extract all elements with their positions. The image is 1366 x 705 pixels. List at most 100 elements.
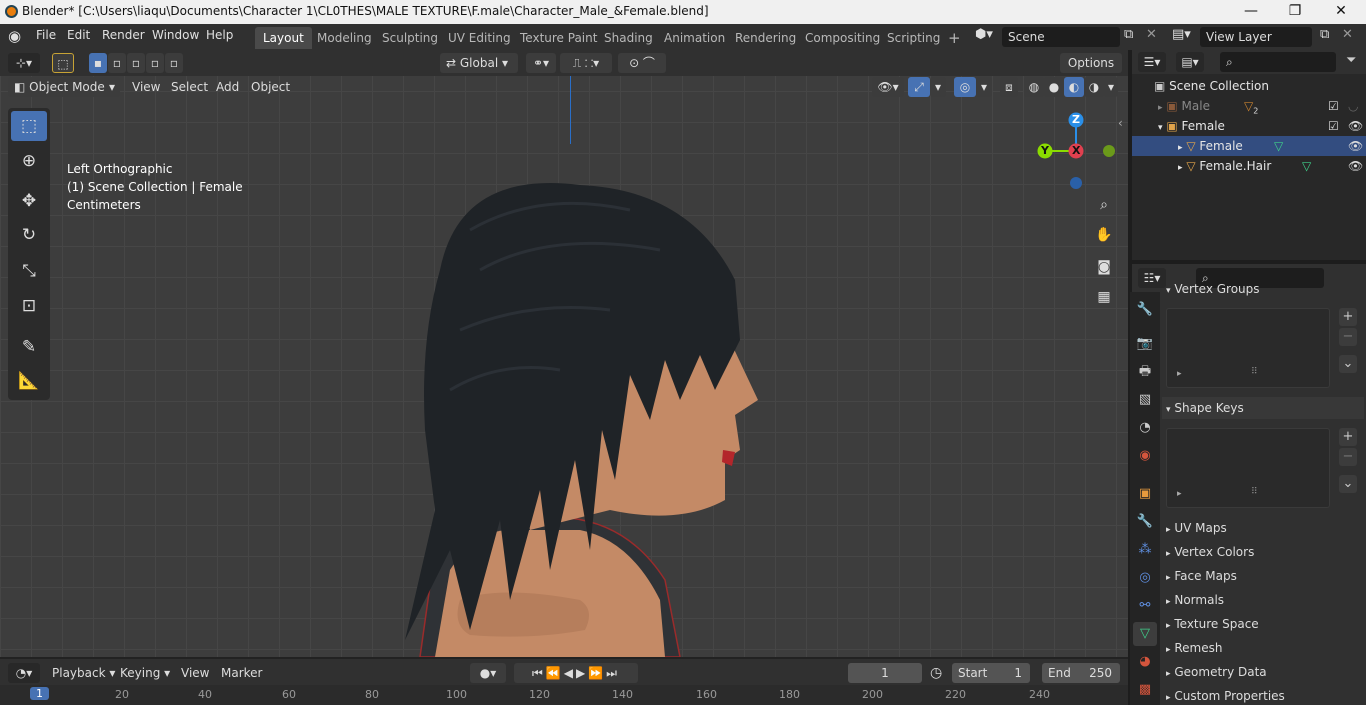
tab-uv-editing[interactable]: UV Editing [440,27,519,49]
measure-tool[interactable]: 📐 [11,366,47,396]
remove-shape-key-button[interactable]: − [1339,448,1357,466]
frame-ruler[interactable]: 1 20 40 60 80 100 120 140 160 180 200 22… [0,685,1128,705]
tab-compositing[interactable]: Compositing [797,27,888,49]
character-model[interactable] [380,130,780,657]
delete-view-layer-icon[interactable]: ✕ [1342,27,1353,42]
zoom-icon[interactable]: ⌕ [1091,192,1117,218]
sidebar-toggle-icon[interactable]: ‹ [1118,116,1123,130]
resize-grip-icon[interactable]: ⠿ [1251,487,1258,497]
timeline-menu-keying[interactable]: Keying ▾ [120,663,170,683]
tab-rendering[interactable]: Rendering [727,27,804,49]
outliner-row-scene-collection[interactable]: ▣ Scene Collection [1132,76,1366,96]
copy-view-layer-icon[interactable]: ⧉ [1320,27,1329,42]
ruler-playhead[interactable]: 1 [30,687,49,700]
checkbox-icon[interactable]: ☑ [1328,116,1339,136]
editor-type-icon[interactable]: ⊹▾ [8,53,40,73]
select-mode-intersect-icon[interactable]: ▫ [165,53,183,73]
view-layer-field[interactable]: View Layer [1200,27,1312,47]
proportional-edit-icon[interactable]: ⊙ ⌒ [618,53,666,73]
outliner-search-input[interactable]: ⌕ [1220,52,1336,72]
delete-scene-icon[interactable]: ✕ [1146,27,1157,42]
mesh-data-tab-icon[interactable]: ▽ [1133,622,1157,646]
checkbox-icon[interactable]: ☑ [1328,96,1339,116]
world-tab-icon[interactable]: ◉ [1133,444,1157,468]
end-frame-field[interactable]: End 250 [1042,663,1120,683]
eye-icon[interactable]: 👁 [1348,156,1363,176]
scene-tab-icon[interactable]: ◔ [1133,416,1157,440]
tab-sculpting[interactable]: Sculpting [374,27,446,49]
overlay-toggle-icon[interactable]: ◎ [954,77,976,97]
start-frame-field[interactable]: Start 1 [952,663,1030,683]
copy-scene-icon[interactable]: ⧉ [1124,27,1133,42]
menu-render[interactable]: Render [102,28,145,42]
eye-icon[interactable]: 👁 [1348,136,1363,156]
outliner-row-male[interactable]: ▸ ▣ Male ▽2 ☑ ◡ [1132,96,1366,116]
object-tab-icon[interactable]: ▣ [1133,482,1157,506]
select-mode-extend-icon[interactable]: ▫ [108,53,126,73]
select-box-tool[interactable]: ⬚ [11,111,47,141]
material-tab-icon[interactable]: ◕ [1133,650,1157,674]
section-texture-space[interactable]: ▸ Texture Space [1162,613,1364,635]
stopwatch-icon[interactable]: ◷ [930,663,942,683]
timeline-menu-marker[interactable]: Marker [221,663,262,683]
add-shape-key-button[interactable]: + [1339,428,1357,446]
vertex-group-specials-button[interactable]: ⌄ [1339,355,1357,373]
section-uv-maps[interactable]: ▸ UV Maps [1162,517,1364,539]
section-custom-properties[interactable]: ▸ Custom Properties [1162,685,1364,705]
menu-edit[interactable]: Edit [67,28,90,42]
menu-file[interactable]: File [36,28,56,42]
pivot-point-icon[interactable]: ⚭▾ [526,53,556,73]
resize-grip-icon[interactable]: ⠿ [1251,367,1258,377]
outliner-row-female-collection[interactable]: ▾ ▣ Female ☑ 👁 [1132,116,1366,136]
tab-scripting[interactable]: Scripting [879,27,948,49]
ortho-grid-icon[interactable]: ▦ [1091,284,1117,310]
snap-icon[interactable]: ⎍ ⸬▾ [560,53,612,73]
shading-wireframe-icon[interactable]: ◍ [1024,77,1044,97]
list-expand-icon[interactable]: ▸ [1177,489,1182,499]
keyframe-record-icon[interactable]: ●▾ [470,663,506,683]
select-mode-invert-icon[interactable]: ▫ [146,53,164,73]
constraints-tab-icon[interactable]: ⚯ [1133,594,1157,618]
select-tool-icon[interactable]: ⬚ [52,53,74,73]
tool-tab-icon[interactable]: 🔧 [1133,298,1157,322]
cursor-tool[interactable]: ⊕ [11,146,47,176]
overlay-dropdown-icon[interactable]: ▾ [976,77,992,97]
viewport-menu-view[interactable]: View [132,77,160,97]
camera-view-icon[interactable]: ◙ [1091,254,1117,280]
gizmo-toggle-icon[interactable]: ⤢ [908,77,930,97]
shape-keys-list[interactable]: ▸ ⠿ [1166,428,1330,508]
output-tab-icon[interactable]: 🖶 [1133,360,1157,384]
viewport-menu-object[interactable]: Object [251,77,290,97]
viewport-menu-add[interactable]: Add [216,77,239,97]
shading-solid-icon[interactable]: ● [1044,77,1064,97]
pan-hand-icon[interactable]: ✋ [1091,222,1117,248]
tab-modeling[interactable]: Modeling [309,27,380,49]
section-vertex-colors[interactable]: ▸ Vertex Colors [1162,541,1364,563]
close-button[interactable]: ✕ [1318,0,1364,24]
shading-rendered-icon[interactable]: ◑ [1084,77,1104,97]
section-remesh[interactable]: ▸ Remesh [1162,637,1364,659]
transform-tool[interactable]: ⊡ [11,291,47,321]
add-vertex-group-button[interactable]: + [1339,308,1357,326]
outliner-editor-type-icon[interactable]: ☰▾ [1138,52,1166,72]
select-mode-subtract-icon[interactable]: ▫ [127,53,145,73]
section-face-maps[interactable]: ▸ Face Maps [1162,565,1364,587]
particles-tab-icon[interactable]: ⁂ [1133,538,1157,562]
scene-icon[interactable]: ⬢▾ [975,27,993,42]
select-mode-new-icon[interactable]: ▪ [89,53,107,73]
display-mode-icon[interactable]: ▤▾ [1176,52,1204,72]
view-layer-tab-icon[interactable]: ▧ [1133,388,1157,412]
tab-animation[interactable]: Animation [656,27,733,49]
section-shape-keys[interactable]: ▾ Shape Keys [1162,397,1364,419]
remove-vertex-group-button[interactable]: − [1339,328,1357,346]
vertex-groups-list[interactable]: ▸ ⠿ [1166,308,1330,388]
section-normals[interactable]: ▸ Normals [1162,589,1364,611]
shading-material-icon[interactable]: ◐ [1064,77,1084,97]
tab-shading[interactable]: Shading [596,27,661,49]
section-vertex-groups[interactable]: ▾ Vertex Groups [1162,278,1364,300]
eye-icon[interactable]: 👁 [1348,116,1363,136]
menu-help[interactable]: Help [206,28,233,42]
add-workspace-button[interactable]: + [940,27,969,49]
transform-orientation-select[interactable]: ⇄ Global ▾ [440,53,518,73]
filter-icon[interactable]: ⏷ [1346,53,1356,68]
